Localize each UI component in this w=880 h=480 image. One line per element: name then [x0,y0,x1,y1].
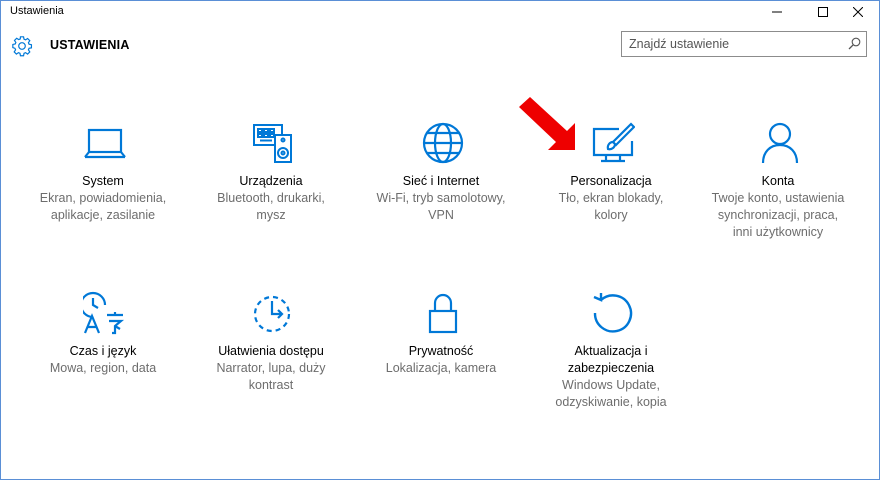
tile-name: Aktualizacja i zabezpieczenia [567,344,655,375]
minimize-button[interactable] [754,1,800,23]
personalization-icon [591,121,635,165]
tile-name: Urządzenia [239,174,303,188]
window-title: Ustawienia [10,5,64,17]
maximize-icon [818,7,828,17]
search-icon[interactable] [848,37,861,50]
close-icon [853,7,863,17]
laptop-icon [83,121,127,165]
tile-name: Prywatność [408,344,474,358]
tile-name: Sieć i Internet [402,174,480,188]
close-button[interactable] [835,1,879,23]
tile-description: Bluetooth, drukarki, mysz [217,191,325,222]
devices-icon [251,121,295,165]
person-icon [758,121,802,165]
ease-of-access-icon [251,291,295,335]
minimize-icon [772,11,782,13]
update-icon [591,291,635,335]
tile-name: Czas i język [69,344,137,358]
search-input[interactable] [622,32,842,56]
settings-window: Ustawienia USTAWIENIA Znajdź ustawienie … [0,0,880,480]
tile-name: Personalizacja [570,174,652,188]
tile-description: Wi-Fi, tryb samolotowy, VPN [376,191,506,222]
tile-description: Lokalizacja, kamera [385,361,497,375]
tile-description: Twoje konto, ustawienia synchronizacji, p… [711,191,845,239]
tile-name: System [82,174,124,188]
gear-icon [12,36,33,57]
tile-description: Windows Update, odzyskiwanie, kopia [555,378,667,409]
tile-name: Ułatwienia dostępu [218,344,324,358]
tile-description: Ekran, powiadomienia, aplikacje, zasilani… [39,191,167,222]
search-box[interactable] [621,31,867,57]
time-language-icon [83,291,127,335]
page-title: USTAWIENIA [50,38,130,52]
tile-description: Mowa, region, data [49,361,157,375]
tile-name: Konta [761,174,795,188]
globe-icon [421,121,465,165]
settings-header: USTAWIENIA [1,29,879,63]
tile-description: Narrator, lupa, duży kontrast [216,361,326,392]
red-arrow [519,97,575,150]
title-bar: Ustawienia [1,1,879,23]
lock-icon [421,291,465,335]
tile-description: Tło, ekran blokady, kolory [558,191,664,222]
